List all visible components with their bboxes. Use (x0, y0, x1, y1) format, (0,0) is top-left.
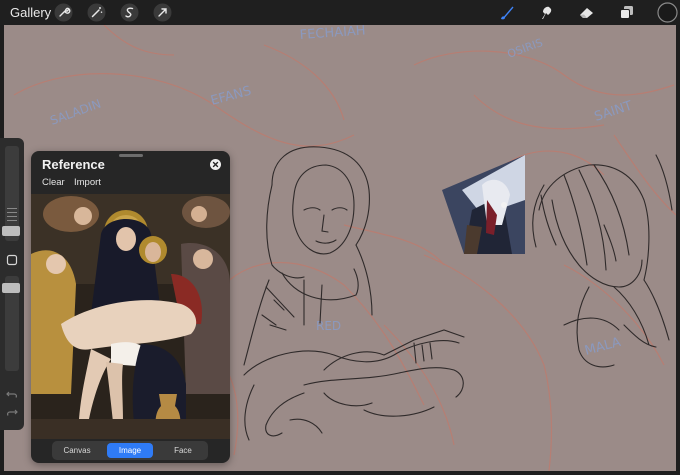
reference-mode-tabs: Canvas Image Face (52, 441, 208, 460)
transform-arrow-icon[interactable] (153, 3, 172, 22)
layers-icon[interactable] (617, 3, 636, 22)
opacity-thumb[interactable] (2, 283, 20, 293)
gallery-button[interactable]: Gallery (10, 5, 51, 20)
svg-text:EFANS: EFANS (209, 84, 253, 109)
brush-icon[interactable] (497, 3, 516, 22)
color-swatch-icon[interactable] (657, 2, 678, 23)
top-toolbar: Gallery (0, 0, 680, 25)
smudge-icon[interactable] (537, 3, 556, 22)
modify-button[interactable] (6, 254, 18, 266)
brush-size-thumb[interactable] (2, 226, 20, 236)
wrench-icon[interactable] (54, 3, 73, 22)
panel-drag-handle[interactable] (119, 154, 143, 157)
close-icon[interactable] (210, 159, 221, 170)
clear-button[interactable]: Clear (42, 177, 65, 188)
undo-icon[interactable] (6, 388, 18, 400)
tab-image[interactable]: Image (107, 443, 153, 458)
pasted-reference-image[interactable] (442, 155, 525, 254)
tab-canvas[interactable]: Canvas (54, 443, 100, 458)
reference-title: Reference (42, 157, 105, 172)
reference-panel[interactable]: Reference Clear Import Canvas Image Face (31, 151, 230, 463)
svg-text:MALA: MALA (583, 335, 622, 359)
selection-icon[interactable] (120, 3, 139, 22)
svg-text:FECHAIAH: FECHAIAH (299, 25, 366, 43)
import-button[interactable]: Import (74, 177, 101, 188)
svg-text:SALADIN: SALADIN (48, 97, 103, 128)
magic-wand-icon[interactable] (87, 3, 106, 22)
eraser-icon[interactable] (577, 3, 596, 22)
tab-face[interactable]: Face (160, 443, 206, 458)
left-sidebar (0, 138, 24, 430)
svg-text:SAINT: SAINT (593, 99, 635, 125)
reference-image (31, 194, 230, 439)
redo-icon[interactable] (6, 406, 18, 418)
